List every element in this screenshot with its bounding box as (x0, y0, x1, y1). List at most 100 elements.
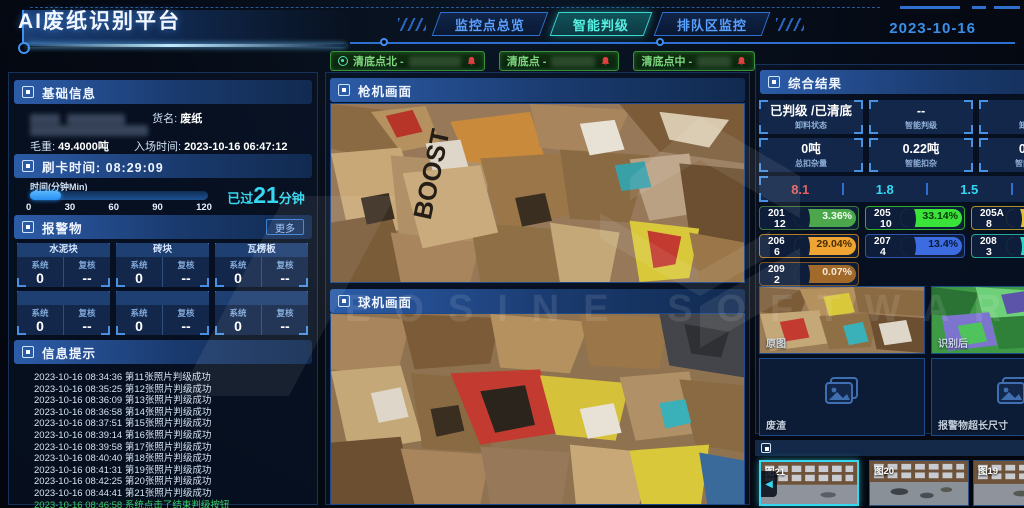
grade-count: 12 (774, 218, 786, 230)
tab-label: 监控点总览 (455, 15, 525, 34)
gallery-residue-placeholder: 废渣 (759, 358, 925, 436)
elapsed-suffix: 分钟 (279, 191, 305, 206)
cargo-label: 货名: (152, 113, 177, 125)
review-count: -- (262, 271, 308, 286)
tick: 0 (26, 202, 31, 213)
system-count: 0 (17, 319, 63, 334)
tab-deco-slashes (398, 18, 426, 31)
thumbnail-21[interactable]: 图21 ◀ (759, 460, 859, 506)
stat-smart-deduction: 0.22吨 智能扣杂 (869, 138, 973, 172)
tab-monitor-overview[interactable]: 监控点总览 (432, 12, 549, 36)
grade-count: 6 (774, 246, 780, 258)
gun-camera-view: BOOST (330, 103, 745, 283)
cardboard-pile-photo (331, 314, 744, 504)
prev-arrow-button[interactable]: ◀ (761, 471, 777, 497)
gallery-label: 原图 (766, 335, 786, 350)
image-placeholder-icon (997, 377, 1024, 405)
panel-title: 信息提示 (42, 343, 96, 362)
stat-label: 卸料斗 (979, 120, 1024, 131)
alarm-card-corrugated: 瓦楞板 系统0 复核-- (215, 243, 308, 287)
panel-title: 枪机画面 (358, 81, 412, 100)
system-count: 0 (116, 319, 162, 334)
tick: 90 (152, 202, 163, 213)
header-line-segment (900, 6, 960, 9)
elapsed-progress-bar (30, 191, 208, 200)
panel-title: 报警物 (42, 218, 83, 237)
stat-label: 卸料状态 (759, 120, 863, 131)
badge-label: 清底点中 - (641, 53, 692, 69)
badge-qingdidian-middle[interactable]: 清底点中 - (633, 51, 755, 71)
badge-label: 清底点北 - (353, 53, 404, 69)
review-count: -- (262, 319, 308, 334)
ball-camera-header: 球机画面 (330, 289, 745, 313)
basic-info-row3: 毛重: 49.4000吨 入场时间: 2023-10-16 06:47:12 (30, 138, 287, 154)
tick: 120 (196, 202, 212, 213)
gallery-original-image[interactable]: 原图 (759, 286, 925, 354)
panel-icon (768, 76, 780, 88)
alarm-card-brick: 砖块 系统0 复核-- (116, 243, 209, 287)
tab-smart-grading[interactable]: 智能判级 (550, 12, 653, 36)
gallery-label: 识别后 (938, 335, 968, 350)
panel-icon (22, 160, 34, 172)
alarm-card-6: 系统0 复核-- (215, 291, 308, 335)
grade-percent: 33.14% (922, 210, 958, 222)
header-date: 2023-10-16 (889, 20, 976, 37)
panel-icon (22, 346, 34, 358)
score-value: 8.1 (759, 182, 842, 197)
badge-qingdidian-north[interactable]: 清底点北 - (330, 51, 485, 71)
thumbnail-20[interactable]: 图20 (869, 460, 969, 506)
score-value: 1.5 (928, 182, 1011, 197)
panel-icon (761, 443, 771, 453)
swipe-time-label: 刷卡时间: (42, 161, 101, 175)
entry-time-label: 入场时间: (134, 141, 181, 153)
header-line (350, 42, 1015, 44)
stat-label: 智能扣杂 (869, 158, 973, 169)
score-value: 2 (1013, 182, 1024, 197)
badge-label: 清底点 - (507, 53, 547, 69)
review-count: -- (64, 271, 110, 286)
stat-value: -- (869, 102, 973, 120)
log-entry-success: 2023-10-16 08:46:58 系统点击了结束判级按钮 (34, 497, 229, 508)
image-placeholder-icon (825, 377, 859, 405)
stat-hopper: 全 卸料斗 (979, 100, 1024, 134)
stat-value: 0.67 (979, 140, 1024, 158)
grade-card-207: 207 4 13.4% (865, 234, 965, 258)
panel-icon (338, 84, 350, 96)
line-node (656, 38, 664, 46)
badge-qingdidian[interactable]: 清底点 - (499, 51, 620, 71)
alarm-card-title (116, 291, 209, 305)
alarm-card-4: 系统0 复核-- (17, 291, 110, 335)
stat-label: 总扣杂量 (759, 158, 863, 169)
stat-label: 智能扣杂 (979, 158, 1024, 169)
alarm-bell-icon (600, 56, 611, 67)
line-node (380, 38, 388, 46)
plate-redacted (409, 56, 461, 67)
panel-title: 球机画面 (358, 292, 412, 311)
thumbnail-strip-header (755, 440, 1024, 456)
grade-count: 3 (986, 246, 992, 258)
header-line-segment (994, 6, 1020, 9)
thumbnail-19[interactable]: 图19 (973, 460, 1024, 506)
redacted-field (30, 125, 148, 136)
gallery-recognized-image[interactable]: 识别后 (931, 286, 1024, 354)
alarm-card-5: 系统0 复核-- (116, 291, 209, 335)
grade-count: 10 (880, 218, 892, 230)
system-count: 0 (215, 319, 261, 334)
more-button[interactable]: 更多 (266, 219, 304, 235)
monitor-badges: 清底点北 - 清底点 - 清底点中 - (330, 51, 755, 71)
stat-smart-deduction-rate: 0.67 智能扣杂 (979, 138, 1024, 172)
grade-percent: 3.36% (822, 210, 852, 222)
score-value: 1.8 (844, 182, 927, 197)
gross-weight-value: 49.4000吨 (58, 141, 109, 153)
redacted-field (67, 114, 125, 125)
alarm-bell-icon (466, 56, 477, 67)
tab-label: 智能判级 (573, 15, 629, 34)
stat-label: 智能判级 (869, 120, 973, 131)
cargo-value: 废纸 (180, 113, 202, 125)
tab-label: 排队区监控 (677, 15, 747, 34)
tab-queue-monitor[interactable]: 排队区监控 (654, 12, 771, 36)
panel-icon (22, 221, 34, 233)
alarm-card-title: 砖块 (116, 243, 209, 257)
plate-redacted (697, 56, 731, 67)
thumbnail-label: 图20 (874, 463, 894, 477)
